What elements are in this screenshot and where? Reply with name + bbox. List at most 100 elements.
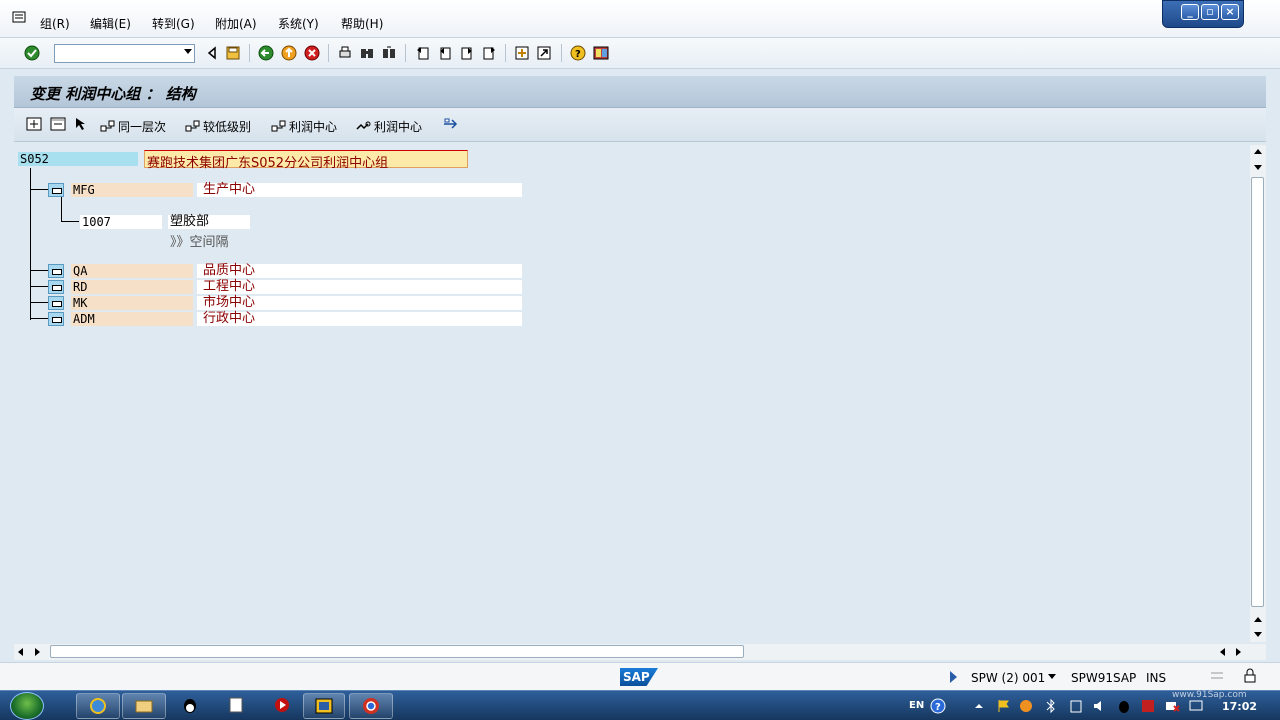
- scroll-right-icon[interactable]: [35, 648, 40, 656]
- horizontal-scrollbar[interactable]: [14, 644, 1266, 660]
- root-node-text-field[interactable]: 赛跑技术集团广东S052分公司利润中心组: [144, 150, 468, 171]
- layout-menu-icon[interactable]: [593, 45, 609, 61]
- scroll-left-icon[interactable]: [1220, 648, 1225, 656]
- root-node-key[interactable]: S052: [18, 152, 138, 166]
- find-next-icon[interactable]: [381, 45, 397, 61]
- bluetooth-icon[interactable]: [1044, 698, 1058, 714]
- help-tray-icon[interactable]: ?: [930, 698, 946, 714]
- adm-node-key[interactable]: ADM: [71, 312, 193, 326]
- svg-text:?: ?: [935, 702, 941, 713]
- folder-icon[interactable]: [48, 280, 64, 294]
- lower-level-button[interactable]: 较低级别: [185, 118, 251, 135]
- flag-icon[interactable]: [996, 698, 1012, 714]
- command-field[interactable]: [54, 44, 195, 63]
- session-info: SPW (2) 001: [971, 671, 1046, 685]
- mk-node-key[interactable]: MK: [71, 296, 193, 310]
- vertical-scroll-thumb[interactable]: [1251, 177, 1264, 607]
- folder-icon[interactable]: [48, 183, 64, 197]
- collapse-all-icon[interactable]: [50, 116, 66, 132]
- volume-icon[interactable]: [1092, 698, 1108, 714]
- network-icon[interactable]: [1018, 698, 1034, 714]
- chevron-down-icon[interactable]: [1048, 674, 1056, 679]
- triangle-right-icon[interactable]: [950, 671, 957, 683]
- move-icon[interactable]: [442, 116, 458, 132]
- profit-center-assign-button[interactable]: 利润中心: [356, 118, 422, 135]
- scroll-down-icon[interactable]: [1254, 632, 1262, 637]
- explorer-taskbar-button[interactable]: [122, 693, 166, 719]
- qa-node-key[interactable]: QA: [71, 264, 193, 278]
- start-button[interactable]: [10, 692, 44, 720]
- select-cursor-icon[interactable]: [74, 116, 90, 132]
- back-icon[interactable]: [258, 45, 274, 61]
- scroll-down-icon[interactable]: [1254, 165, 1262, 170]
- shortcut-icon[interactable]: [536, 45, 552, 61]
- root-node-text: 赛跑技术集团广东S052分公司利润中心组: [147, 156, 389, 171]
- ie-taskbar-button[interactable]: [76, 693, 120, 719]
- standard-toolbar: ?: [0, 38, 1280, 69]
- scroll-up-icon[interactable]: [1254, 149, 1262, 154]
- chevron-down-icon[interactable]: [184, 49, 192, 54]
- window-controls: _ ▫ ×: [1162, 0, 1244, 28]
- menu-group[interactable]: 组(R): [40, 15, 70, 32]
- next-page-icon[interactable]: [459, 45, 475, 61]
- menu-system[interactable]: 系统(Y): [278, 15, 319, 32]
- taskbar-clock[interactable]: 17:02: [1222, 700, 1257, 713]
- media-taskbar-button[interactable]: [260, 693, 304, 719]
- scroll-right-icon[interactable]: [1236, 648, 1241, 656]
- help-icon[interactable]: ?: [570, 45, 586, 61]
- input-mode[interactable]: INS: [1146, 671, 1166, 685]
- menu-icon[interactable]: [12, 11, 28, 25]
- menu-goto[interactable]: 转到(G): [152, 15, 195, 32]
- restore-button[interactable]: ▫: [1201, 4, 1219, 20]
- menu-edit[interactable]: 编辑(E): [90, 15, 131, 32]
- find-icon[interactable]: [359, 45, 375, 61]
- close-button[interactable]: ×: [1221, 4, 1239, 20]
- rd-node-key[interactable]: RD: [71, 280, 193, 294]
- profit-center-button[interactable]: 利润中心: [271, 118, 337, 135]
- qq-taskbar-button[interactable]: [168, 693, 212, 719]
- cancel-icon[interactable]: [304, 45, 320, 61]
- folder-icon[interactable]: [48, 296, 64, 310]
- same-level-button[interactable]: 同一层次: [100, 118, 166, 135]
- exit-icon[interactable]: [281, 45, 297, 61]
- horizontal-scroll-thumb[interactable]: [50, 645, 744, 658]
- toolbar-separator: [249, 44, 250, 62]
- folder-icon[interactable]: [48, 264, 64, 278]
- profit-center-label: 利润中心: [289, 120, 338, 134]
- save-icon[interactable]: [225, 45, 241, 61]
- previous-page-icon[interactable]: [437, 45, 453, 61]
- display-icon[interactable]: [1188, 698, 1204, 714]
- minimize-button[interactable]: _: [1181, 4, 1199, 20]
- lock-icon[interactable]: [1242, 668, 1258, 684]
- qq-tray-icon[interactable]: [1116, 698, 1132, 714]
- print-icon[interactable]: [337, 45, 353, 61]
- menu-help[interactable]: 帮助(H): [341, 15, 383, 32]
- enter-icon[interactable]: [24, 45, 40, 61]
- menu-extras[interactable]: 附加(A): [215, 15, 257, 32]
- last-page-icon[interactable]: [481, 45, 497, 61]
- profit-center-key[interactable]: 1007: [80, 215, 162, 229]
- language-indicator[interactable]: EN: [909, 700, 924, 711]
- network-error-icon[interactable]: [1164, 698, 1180, 714]
- notepad-taskbar-button[interactable]: [214, 693, 258, 719]
- chevron-up-icon[interactable]: [974, 701, 984, 711]
- scroll-left-icon[interactable]: [18, 648, 23, 656]
- mfg-node-key[interactable]: MFG: [71, 183, 193, 197]
- status-bar: SAP SPW (2) 001 SPW91SAP INS: [0, 662, 1280, 690]
- tree-connector: [61, 221, 79, 222]
- folder-icon[interactable]: [48, 312, 64, 326]
- sap-taskbar-button[interactable]: [303, 693, 345, 719]
- security-tray-icon[interactable]: [1140, 698, 1156, 714]
- vertical-scrollbar[interactable]: [1250, 145, 1266, 642]
- first-page-icon[interactable]: [415, 45, 431, 61]
- triangle-left-icon[interactable]: [204, 45, 220, 61]
- battery-icon[interactable]: [1068, 698, 1084, 714]
- empty-spacer-text: 》》空间隔: [170, 235, 229, 250]
- scroll-up-icon[interactable]: [1254, 617, 1262, 622]
- hierarchy-tree: S052 赛跑技术集团广东S052分公司利润中心组 MFG 生产中心 1007 …: [14, 143, 1266, 643]
- profit-center-text: 塑胶部: [168, 215, 250, 229]
- mfg-node-text: 生产中心: [197, 183, 522, 197]
- new-session-icon[interactable]: [514, 45, 530, 61]
- chrome-taskbar-button[interactable]: [349, 693, 393, 719]
- expand-all-icon[interactable]: [26, 116, 42, 132]
